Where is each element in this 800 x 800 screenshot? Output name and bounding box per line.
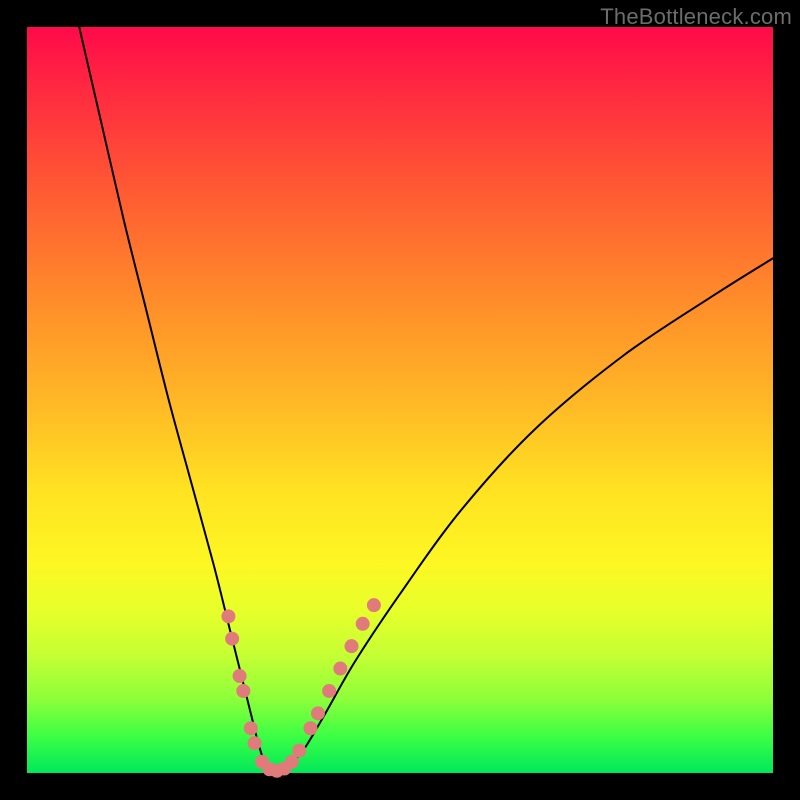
highlight-dot: [225, 632, 239, 646]
curve-layer: [79, 27, 773, 774]
highlight-dot: [221, 609, 235, 623]
highlight-dot: [322, 684, 336, 698]
highlight-dot: [248, 736, 262, 750]
plot-area: [27, 27, 773, 773]
bottleneck-curve: [79, 27, 773, 774]
highlight-dot: [236, 684, 250, 698]
highlight-dot: [244, 721, 258, 735]
highlight-dot: [367, 598, 381, 612]
highlight-dot: [333, 662, 347, 676]
watermark-text: TheBottleneck.com: [600, 4, 792, 30]
highlight-dot: [345, 639, 359, 653]
highlight-dot: [356, 617, 370, 631]
highlight-dot: [292, 744, 306, 758]
chart-svg: [27, 27, 773, 773]
highlight-dot: [311, 706, 325, 720]
marker-layer: [221, 598, 380, 778]
highlight-dot: [303, 721, 317, 735]
chart-stage: TheBottleneck.com: [0, 0, 800, 800]
highlight-dot: [233, 669, 247, 683]
